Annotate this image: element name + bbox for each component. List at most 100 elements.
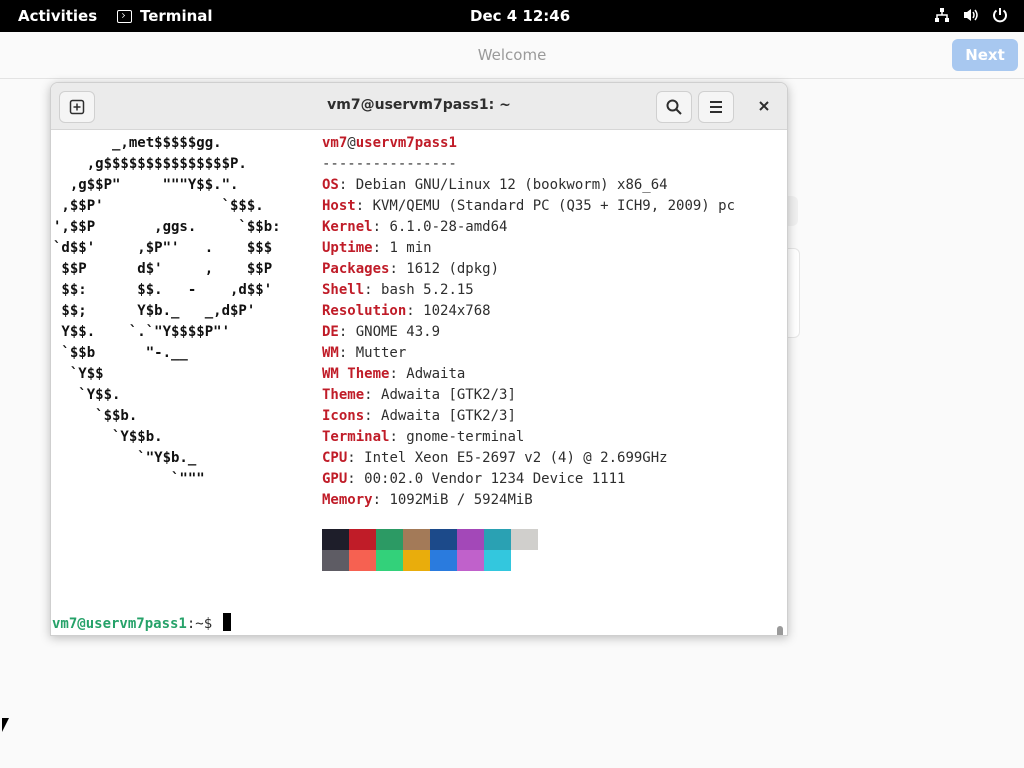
info-colon: : xyxy=(355,198,373,214)
info-value: 1612 (dpkg) xyxy=(406,261,500,277)
info-key: WM xyxy=(322,345,339,361)
ascii-line: `Y$$b. xyxy=(53,429,163,445)
info-colon: : xyxy=(389,366,407,382)
ascii-line: ,g$$P" """Y$$.". xyxy=(53,177,239,193)
ascii-line: `$$b. xyxy=(53,408,138,424)
info-colon: : xyxy=(364,282,382,298)
debian-ascii-logo: _,met$$$$$gg. ,g$$$$$$$$$$$$$$$P. ,g$$P"… xyxy=(53,133,281,490)
ascii-line: $$; Y$b._ _,d$P' xyxy=(53,303,256,319)
info-value: 1024x768 xyxy=(423,303,491,319)
info-value: Mutter xyxy=(355,345,407,361)
info-value: 6.1.0-28-amd64 xyxy=(389,219,508,235)
ascii-line: `Y$$ xyxy=(53,366,104,382)
info-value: gnome-terminal xyxy=(406,429,525,445)
scrollbar[interactable] xyxy=(777,626,783,635)
ascii-line: `"Y$b._ xyxy=(53,450,197,466)
prompt-dir: :~$ xyxy=(186,616,221,632)
info-colon: : xyxy=(372,219,390,235)
info-colon: : xyxy=(389,261,407,277)
info-value: KVM/QEMU (Standard PC (Q35 + ICH9, 2009)… xyxy=(372,198,736,214)
info-key: Resolution xyxy=(322,303,407,319)
palette-swatch xyxy=(484,550,511,571)
hamburger-menu-icon[interactable] xyxy=(698,91,734,123)
terminal-content[interactable]: _,met$$$$$gg. ,g$$$$$$$$$$$$$$$P. ,g$$P"… xyxy=(51,130,787,635)
palette-swatch xyxy=(457,529,484,550)
info-line: Shell: bash 5.2.15 xyxy=(322,280,735,301)
terminal-header-bar[interactable]: vm7@uservm7pass1: ~ xyxy=(51,83,787,130)
palette-swatch xyxy=(376,550,403,571)
info-key: CPU xyxy=(322,450,348,466)
ascii-line: Y$$. `.`"Y$$$$P"' xyxy=(53,324,231,340)
palette-swatch xyxy=(457,550,484,571)
ascii-line: `""" xyxy=(53,471,205,487)
info-line: Uptime: 1 min xyxy=(322,238,735,259)
info-key: Kernel xyxy=(322,219,373,235)
mouse-pointer-icon xyxy=(2,718,9,732)
info-value: Adwaita xyxy=(406,366,466,382)
ascii-line: _,met$$$$$gg. xyxy=(53,135,222,151)
info-key: Theme xyxy=(322,387,365,403)
info-line: CPU: Intel Xeon E5-2697 v2 (4) @ 2.699GH… xyxy=(322,448,735,469)
palette-swatch xyxy=(403,529,430,550)
activities-button[interactable]: Activities xyxy=(18,7,97,25)
palette-swatch xyxy=(403,550,430,571)
info-colon: : xyxy=(347,450,365,466)
network-icon[interactable] xyxy=(934,7,950,27)
info-value: Intel Xeon E5-2697 v2 (4) @ 2.699GHz xyxy=(364,450,668,466)
info-key: Uptime xyxy=(322,240,373,256)
palette-swatch xyxy=(430,529,457,550)
search-icon[interactable] xyxy=(656,91,692,123)
welcome-title: Welcome xyxy=(477,46,547,64)
volume-icon[interactable] xyxy=(962,7,980,27)
app-name: Terminal xyxy=(140,7,213,25)
info-key: GPU xyxy=(322,471,348,487)
info-colon: : xyxy=(338,324,356,340)
clock[interactable]: Dec 4 12:46 xyxy=(470,7,570,25)
info-value: Adwaita [GTK2/3] xyxy=(381,387,516,403)
info-colon: : xyxy=(338,177,356,193)
info-line: WM Theme: Adwaita xyxy=(322,364,735,385)
info-line: Icons: Adwaita [GTK2/3] xyxy=(322,406,735,427)
app-menu-terminal[interactable]: Terminal xyxy=(117,7,213,25)
terminal-window[interactable]: vm7@uservm7pass1: ~ _,met$$$$$gg. ,g$$$$… xyxy=(50,82,788,636)
info-value: Adwaita [GTK2/3] xyxy=(381,408,516,424)
info-colon: : xyxy=(389,429,407,445)
info-line: Kernel: 6.1.0-28-amd64 xyxy=(322,217,735,238)
palette-swatch xyxy=(484,529,511,550)
palette-swatch xyxy=(511,529,538,550)
info-line: Host: KVM/QEMU (Standard PC (Q35 + ICH9,… xyxy=(322,196,735,217)
info-colon: : xyxy=(347,471,365,487)
palette-swatch xyxy=(322,529,349,550)
color-palette xyxy=(322,529,538,571)
info-key: DE xyxy=(322,324,339,340)
welcome-header: Welcome Next xyxy=(0,32,1024,79)
ascii-line: ,g$$$$$$$$$$$$$$$P. xyxy=(53,156,247,172)
info-colon: : xyxy=(364,408,382,424)
info-value: 00:02.0 Vendor 1234 Device 1111 xyxy=(364,471,626,487)
user-host-line: vm7@uservm7pass1 xyxy=(322,135,457,151)
palette-swatch xyxy=(511,550,538,571)
info-key: Shell xyxy=(322,282,365,298)
palette-swatch xyxy=(349,529,376,550)
next-button[interactable]: Next xyxy=(952,39,1018,71)
info-value: 1092MiB / 5924MiB xyxy=(389,492,533,508)
shell-prompt[interactable]: vm7@uservm7pass1:~$ xyxy=(52,613,231,635)
info-value: 1 min xyxy=(389,240,432,256)
info-key: Packages xyxy=(322,261,390,277)
info-key: WM Theme xyxy=(322,366,390,382)
ascii-line: ',$$P ,ggs. `$$b: xyxy=(53,219,281,235)
system-info: vm7@uservm7pass1 ---------------- OS: De… xyxy=(322,133,735,511)
info-colon: : xyxy=(372,492,390,508)
info-key: OS xyxy=(322,177,339,193)
system-tray[interactable] xyxy=(934,7,1008,27)
power-icon[interactable] xyxy=(992,7,1008,27)
ascii-line: $$P d$' , $$P xyxy=(53,261,273,277)
palette-swatch xyxy=(349,550,376,571)
ascii-line: `d$$' ,$P"' . $$$ xyxy=(53,240,273,256)
top-bar: Activities Terminal Dec 4 12:46 xyxy=(0,0,1024,32)
info-line: WM: Mutter xyxy=(322,343,735,364)
close-icon[interactable] xyxy=(747,91,781,121)
info-line: Resolution: 1024x768 xyxy=(322,301,735,322)
prompt-user: vm7@uservm7pass1 xyxy=(52,616,187,632)
info-line: GPU: 00:02.0 Vendor 1234 Device 1111 xyxy=(322,469,735,490)
